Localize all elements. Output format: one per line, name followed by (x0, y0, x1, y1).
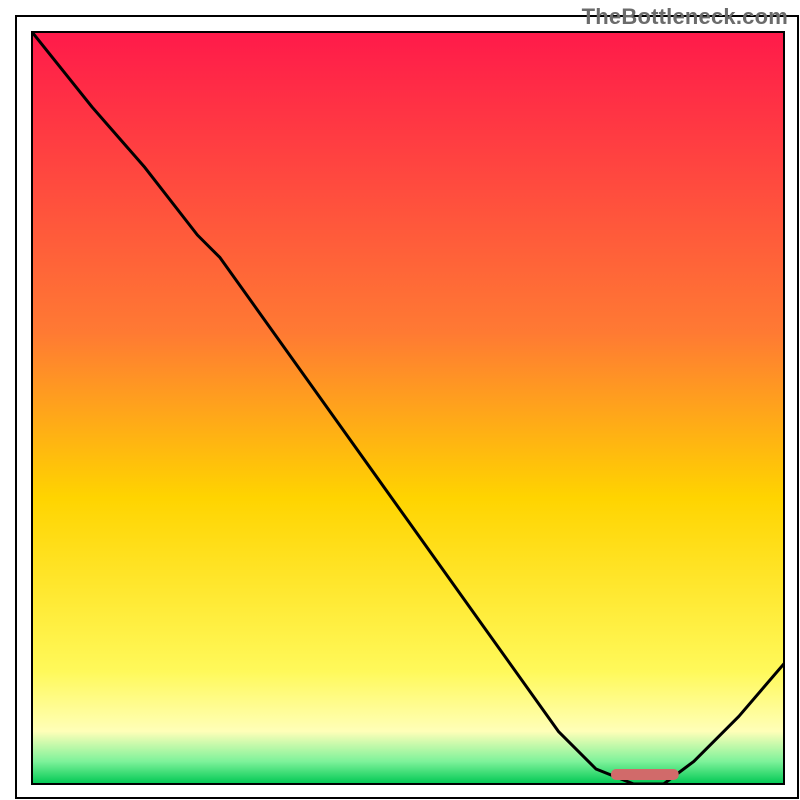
optimal-marker (611, 769, 679, 780)
bottleneck-chart (0, 0, 800, 800)
plot-area (32, 32, 784, 784)
watermark-text: TheBottleneck.com (582, 4, 788, 30)
chart-frame: TheBottleneck.com (0, 0, 800, 800)
